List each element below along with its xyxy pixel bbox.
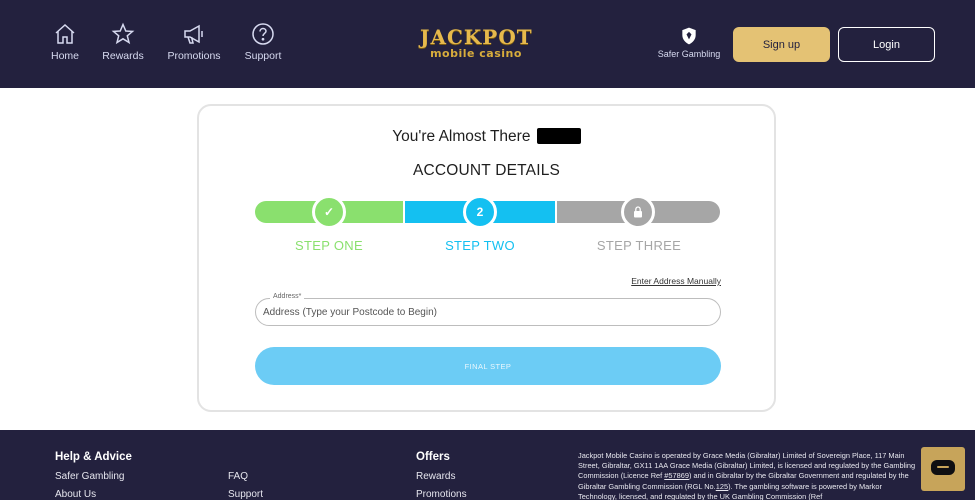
legal-text: Jackpot Mobile Casino is operated by Gra… [578,451,918,500]
title-text: You're Almost There [392,128,531,145]
final-step-button[interactable]: FINAL STEP [255,347,721,385]
nav-home-label: Home [50,50,79,62]
step-two-label: STEP TWO [445,238,515,253]
chat-bubble-icon [931,460,955,475]
question-icon [252,23,274,45]
footer-promotions-link[interactable]: Promotions [416,489,467,500]
step-two-number: 2 [463,195,497,229]
star-icon [111,22,135,45]
page-title: You're Almost There [199,128,774,146]
redacted-name [536,128,581,144]
step-three-label: STEP THREE [596,238,682,253]
login-button[interactable]: Login [838,27,935,62]
nav-rewards[interactable]: Rewards [88,22,158,62]
site-footer: Help & Advice Safer Gambling About Us FA… [0,430,975,500]
footer-safer-gambling-link[interactable]: Safer Gambling [55,471,124,482]
licence-ref-link[interactable]: #57869 [664,471,689,480]
nav-support-label: Support [244,50,282,62]
megaphone-icon [184,24,203,44]
lock-icon [634,206,642,218]
safer-gambling-link[interactable]: Safer Gambling [655,26,723,59]
address-label: Address* [270,293,305,300]
nav-rewards-label: Rewards [102,50,144,62]
rgl-ref-link[interactable]: 125 [716,482,728,491]
chat-button[interactable] [921,447,965,491]
site-header: Home Rewards Promotions Support JACKPOT … [0,0,975,88]
nav-support[interactable]: Support [228,22,298,62]
enter-address-manually-link[interactable]: Enter Address Manually [599,276,721,286]
nav-promotions[interactable]: Promotions [159,22,229,62]
offers-heading: Offers [416,451,450,463]
footer-about-us-link[interactable]: About Us [55,489,96,500]
step-one-label: STEP ONE [295,238,363,253]
logo-wordmark: JACKPOT [420,25,533,49]
address-input[interactable] [263,304,703,320]
shield-icon [682,27,696,45]
account-details-card: You're Almost There ACCOUNT DETAILS ✓ 2 … [197,104,776,412]
help-advice-heading: Help & Advice [55,451,132,463]
footer-rewards-link[interactable]: Rewards [416,471,455,482]
step-three-marker [621,195,655,229]
address-field[interactable]: Address* [255,293,721,326]
jackpot-logo[interactable]: JACKPOT mobile casino [420,26,532,66]
footer-faq-link[interactable]: FAQ [228,471,248,482]
nav-promotions-label: Promotions [167,50,221,62]
section-title: ACCOUNT DETAILS [412,162,561,179]
safer-gambling-label: Safer Gambling [657,49,721,59]
home-icon [55,23,75,44]
signup-button[interactable]: Sign up [733,27,830,62]
step-one-check-icon: ✓ [312,195,346,229]
logo-tagline: mobile casino [430,47,522,60]
footer-support-link[interactable]: Support [228,489,263,500]
